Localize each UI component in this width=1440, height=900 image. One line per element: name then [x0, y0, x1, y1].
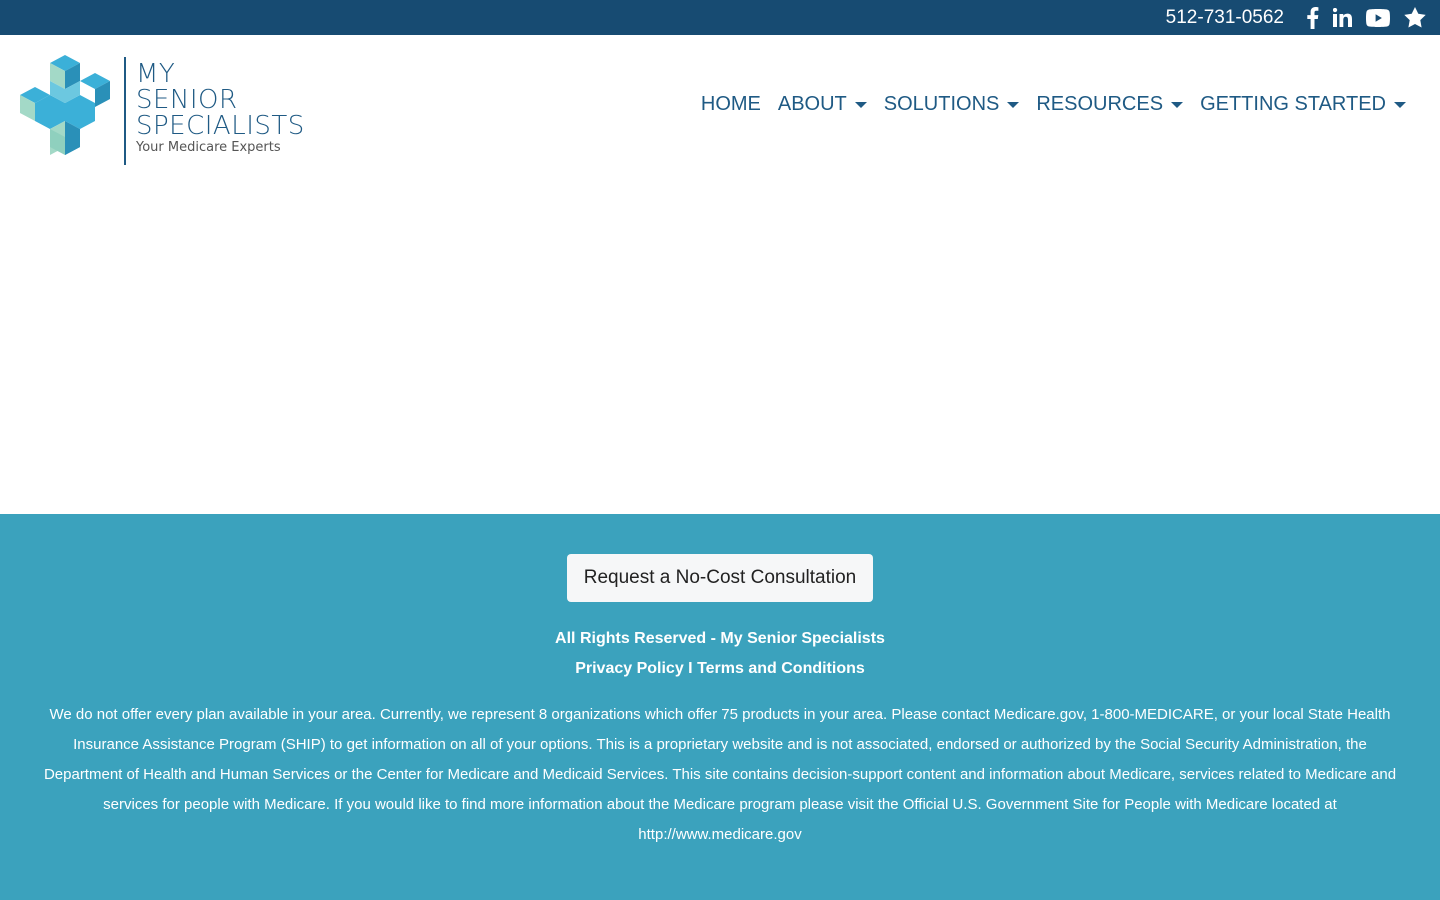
medical-cross-cube-icon — [20, 55, 110, 155]
logo-divider — [124, 57, 126, 165]
main-content — [0, 185, 1440, 514]
terms-link[interactable]: Terms and Conditions — [697, 660, 865, 677]
site-header: MY SENIOR SPECIALISTS Your Medicare Expe… — [0, 35, 1440, 185]
nav-home-label: HOME — [700, 93, 761, 115]
nav-resources[interactable]: RESOURCES — [1036, 93, 1184, 116]
disclaimer-text: We do not offer every plan available in … — [43, 706, 1397, 813]
logo-line-2: SENIOR — [136, 85, 238, 115]
nav-getting-started-label: GETTING STARTED — [1200, 93, 1386, 115]
nav-home[interactable]: HOME — [701, 93, 761, 116]
logo-line-3: SPECIALISTS — [136, 111, 305, 141]
nav-resources-label: RESOURCES — [1036, 93, 1164, 115]
privacy-policy-link[interactable]: Privacy Policy — [575, 660, 684, 677]
footer-links: Privacy Policy I Terms and Conditions — [0, 654, 1440, 684]
logo-line-1: MY — [136, 59, 176, 89]
link-separator: I — [688, 660, 698, 677]
main-nav: HOME ABOUT SOLUTIONS RESOURCES GETTING S… — [684, 93, 1406, 116]
rights-text: All Rights Reserved - My Senior Speciali… — [555, 630, 885, 647]
top-bar: 512-731-0562 — [0, 0, 1440, 35]
disclaimer: We do not offer every plan available in … — [40, 700, 1400, 850]
logo-wordmark: MY SENIOR SPECIALISTS Your Medicare Expe… — [136, 55, 305, 155]
nav-solutions[interactable]: SOLUTIONS — [884, 93, 1020, 116]
youtube-icon — [1366, 8, 1390, 27]
medicare-link[interactable]: http://www.medicare.gov — [638, 826, 801, 843]
linkedin-link[interactable] — [1333, 0, 1352, 35]
caret-down-icon — [1007, 101, 1020, 108]
logo-tagline: Your Medicare Experts — [136, 140, 281, 155]
caret-down-icon — [1171, 101, 1184, 108]
consultation-button[interactable]: Request a No-Cost Consultation — [566, 554, 874, 602]
nav-about[interactable]: ABOUT — [778, 93, 867, 116]
favorite-link[interactable] — [1404, 0, 1426, 35]
nav-about-label: ABOUT — [777, 93, 847, 115]
star-icon — [1404, 7, 1426, 28]
phone-link[interactable]: 512-731-0562 — [1166, 7, 1284, 29]
caret-down-icon — [854, 101, 867, 108]
facebook-icon — [1307, 6, 1319, 29]
linkedin-icon — [1333, 8, 1352, 27]
youtube-link[interactable] — [1366, 0, 1390, 35]
social-links — [1292, 0, 1426, 35]
site-footer: Request a No-Cost Consultation All Right… — [0, 514, 1440, 900]
caret-down-icon — [1394, 101, 1406, 108]
site-logo[interactable]: MY SENIOR SPECIALISTS Your Medicare Expe… — [20, 55, 305, 165]
nav-getting-started[interactable]: GETTING STARTED — [1200, 93, 1406, 116]
nav-solutions-label: SOLUTIONS — [883, 93, 1000, 115]
facebook-link[interactable] — [1306, 0, 1319, 35]
